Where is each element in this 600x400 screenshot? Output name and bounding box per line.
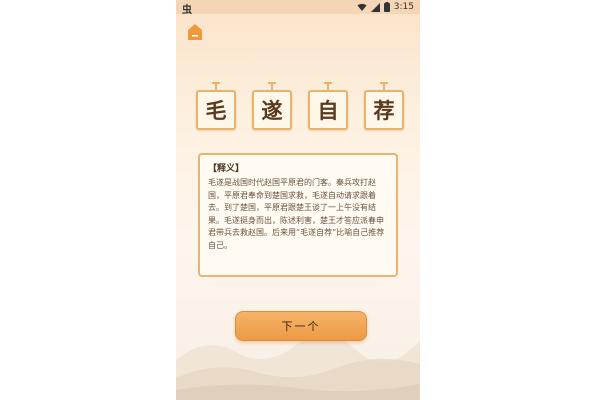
mountain-background bbox=[176, 334, 420, 400]
definition-text: 毛遂是战国时代赵国平原君的门客。秦兵攻打赵国，平原君奉命到楚国求救，毛遂自动请求… bbox=[208, 178, 385, 250]
wifi-icon bbox=[357, 3, 367, 11]
home-button[interactable] bbox=[188, 24, 202, 40]
status-time: 3:15 bbox=[393, 2, 414, 12]
signal-icon bbox=[370, 2, 380, 12]
status-bar: 虫 3:15 bbox=[176, 0, 420, 16]
idiom-char-3: 自 bbox=[308, 90, 348, 130]
definition-heading: 【释义】 bbox=[208, 164, 245, 174]
idiom-char-2: 遂 bbox=[252, 90, 292, 130]
app-screen: 虫 3:15 毛 遂 自 荐 【释义】 毛遂是战国时代赵国平原君的门客。秦兵攻打… bbox=[176, 0, 420, 400]
idiom-title: 毛 遂 自 荐 bbox=[196, 84, 404, 130]
status-icons: 3:15 bbox=[357, 2, 414, 12]
idiom-char-1: 毛 bbox=[196, 90, 236, 130]
home-icon bbox=[188, 24, 202, 40]
idiom-char-4: 荐 bbox=[364, 90, 404, 130]
definition-panel: 【释义】 毛遂是战国时代赵国平原君的门客。秦兵攻打赵国，平原君奉命到楚国求救，毛… bbox=[198, 153, 398, 277]
next-button[interactable]: 下一个 bbox=[235, 311, 367, 341]
battery-icon bbox=[383, 2, 390, 12]
status-app-icon: 虫 bbox=[182, 5, 192, 16]
